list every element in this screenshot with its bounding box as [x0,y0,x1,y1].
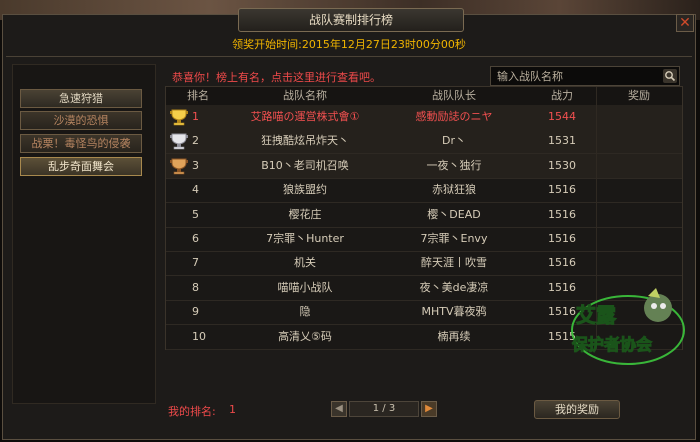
power-cell: 1516 [548,256,576,270]
rank-cell: 2 [192,134,199,148]
reward-cell [596,129,682,153]
watermark-line2: 保护者协会 [571,335,652,354]
header-power: 战力 [551,89,573,102]
captain-cell: Dr丶 [442,134,466,148]
next-page-button[interactable]: ▶ [421,401,437,417]
reward-cell [596,227,682,251]
watermark-logo: 艾露 保护者协会 [562,286,686,370]
prev-page-button[interactable]: ◀ [331,401,347,417]
search-box [490,66,680,86]
table-row[interactable]: 6 7宗罪丶Hunter 7宗罪丶Envy 1516 [166,227,682,252]
reward-cell [596,105,682,129]
table-row[interactable]: 3 B10丶老司机召唤 一夜丶独行 1530 [166,153,682,179]
rank-cell: 3 [192,158,199,172]
captain-cell: 7宗罪丶Envy [420,232,488,245]
table-row[interactable]: 5 樱花庄 樱丶DEAD 1516 [166,203,682,228]
reward-time-text: 领奖开始时间:2015年12月27日23时00分00秒 [232,38,466,51]
captain-cell: 赤狱狂狼 [432,183,476,197]
sidebar-item-desert-fear[interactable]: 沙漠的恐惧 [20,111,142,130]
rank-cell: 5 [192,207,199,221]
sidebar-item-poison-bird[interactable]: 战栗！毒怪鸟的侵袭 [20,134,142,153]
captain-cell: 感動励誌のニヤ [415,110,493,123]
rank-cell: 10 [192,329,206,343]
captain-cell: 樱丶DEAD [427,207,481,221]
rank-cell: 9 [192,305,199,319]
captain-cell: 一夜丶独行 [426,158,482,172]
team-name-cell: 隐 [299,305,311,319]
team-name-cell: 高清乂⑤码 [278,329,332,343]
power-cell: 1531 [548,134,576,148]
team-name-cell: 艾路喵の運営株式會① [250,110,360,123]
table-row[interactable]: 1 艾路喵の運営株式會① 感動励誌のニヤ 1544 [166,105,682,130]
reward-cell [596,251,682,275]
rank-cell: 7 [192,256,199,270]
team-name-cell: 机关 [294,256,316,270]
captain-cell: 楠再续 [437,329,471,343]
reward-cell [596,203,682,227]
header-team: 战队名称 [283,89,327,102]
search-input[interactable] [497,68,647,84]
team-name-cell: 狂拽酷炫吊炸天丶 [261,134,349,148]
team-name-cell: B10丶老司机召唤 [261,158,349,172]
my-rank-label: 我的排名: [168,405,216,418]
reward-cell [596,178,682,202]
power-cell: 1544 [548,110,576,123]
my-rank-value: 1 [229,403,236,416]
congrats-link[interactable]: 恭喜你！榜上有名，点击这里进行查看吧。 [172,69,381,85]
rank-cell: 8 [192,280,199,294]
window-title: 战队赛制排行榜 [238,8,464,32]
team-name-cell: 樱花庄 [288,207,322,221]
sidebar-item-masquerade[interactable]: 乱步奇面舞会 [20,157,142,176]
header-reward: 奖励 [628,89,650,102]
power-cell: 1516 [548,232,576,245]
captain-cell: 醉天涯丨吹雪 [421,256,487,270]
team-name-cell: 喵喵小战队 [277,280,333,294]
power-cell: 1516 [548,207,576,221]
table-header: 排名 战队名称 战队队长 战力 奖励 [166,87,682,106]
captain-cell: 夜丶美de凄凉 [419,280,489,294]
power-cell: 1516 [548,183,576,197]
team-name-cell: 狼族盟约 [283,183,327,197]
power-cell: 1530 [548,158,576,172]
table-row[interactable]: 7 机关 醉天涯丨吹雪 1516 [166,251,682,277]
close-icon[interactable]: ✕ [676,14,694,32]
table-row[interactable]: 2 狂拽酷炫吊炸天丶 Dr丶 1531 [166,129,682,155]
header-rank: 排名 [187,89,209,102]
sidebar-item-speed-hunt[interactable]: 急速狩猎 [20,89,142,108]
divider [6,56,692,57]
captain-cell: MHTV暮夜鸦 [421,305,487,319]
team-name-cell: 7宗罪丶Hunter [266,232,344,245]
rank-cell: 4 [192,183,199,197]
my-reward-button[interactable]: 我的奖励 [534,400,620,419]
page-indicator: 1 / 3 [349,401,419,417]
search-icon[interactable] [663,69,677,83]
reward-cell [596,154,682,178]
table-row[interactable]: 4 狼族盟约 赤狱狂狼 1516 [166,178,682,204]
rank-cell: 6 [192,232,199,245]
header-captain: 战队队长 [432,89,476,102]
watermark-line1: 艾露 [576,303,617,327]
rank-cell: 1 [192,110,199,123]
